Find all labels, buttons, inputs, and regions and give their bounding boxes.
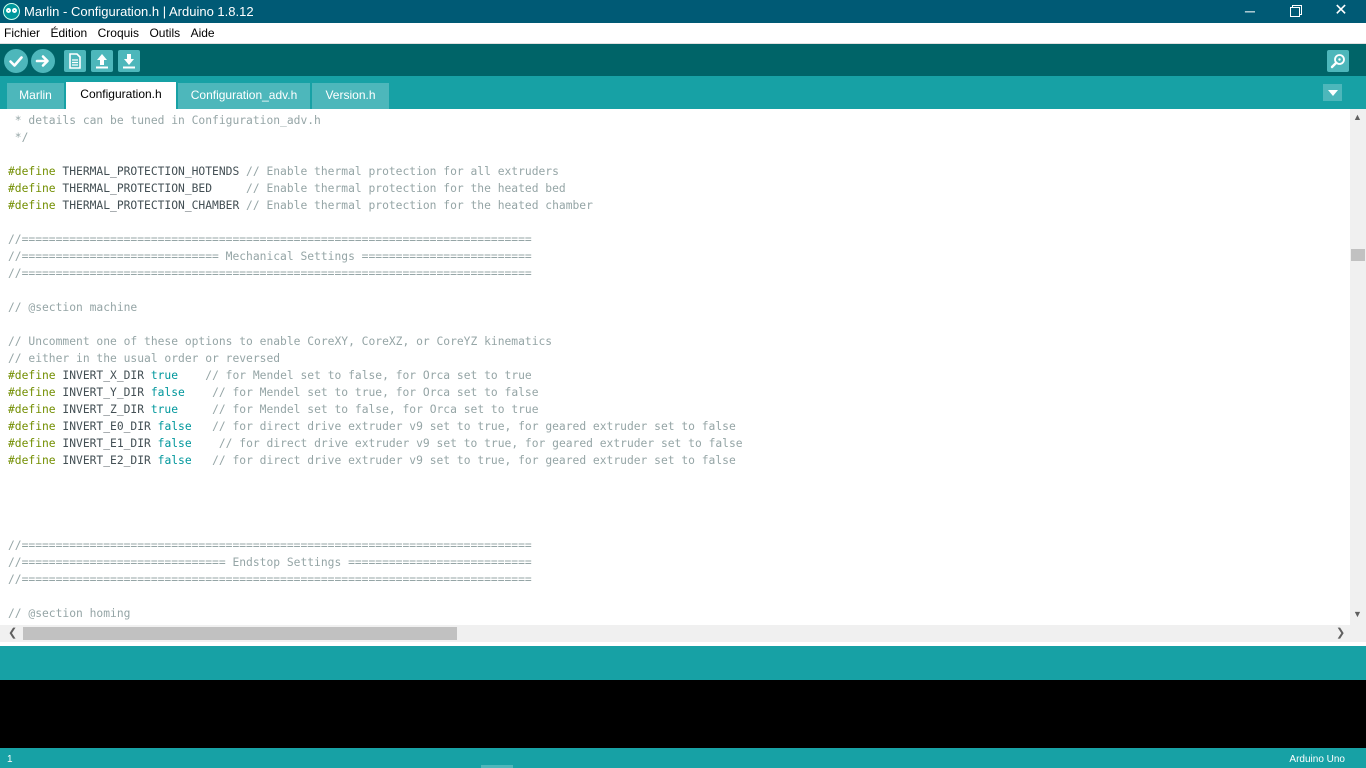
status-bar: 1 Arduino Uno	[0, 748, 1366, 768]
tab-version-h[interactable]: Version.h	[312, 83, 389, 109]
tab-bar: Marlin Configuration.h Configuration_adv…	[0, 76, 1366, 109]
code-line[interactable]: #define THERMAL_PROTECTION_CHAMBER // En…	[8, 199, 593, 212]
code-line[interactable]: #define INVERT_E1_DIR false // for direc…	[8, 437, 743, 450]
code-line[interactable]: //======================================…	[8, 539, 532, 552]
upload-button[interactable]	[31, 49, 55, 73]
check-icon	[9, 56, 23, 67]
tab-configuration-h[interactable]: Configuration.h	[66, 82, 176, 109]
code-text[interactable]: * details can be tuned in Configuration_…	[8, 112, 743, 622]
toolbar	[0, 44, 1366, 76]
code-line[interactable]: #define INVERT_X_DIR true // for Mendel …	[8, 369, 532, 382]
code-line[interactable]: // @section machine	[8, 301, 137, 314]
arduino-logo-icon	[3, 3, 20, 20]
code-line[interactable]: // @section homing	[8, 607, 130, 620]
maximize-button[interactable]	[1272, 0, 1318, 23]
code-line[interactable]: //======================================…	[8, 267, 532, 280]
horizontal-scroll-thumb[interactable]	[23, 627, 457, 640]
minimize-button[interactable]: ─	[1227, 0, 1273, 23]
tab-configuration-adv-h[interactable]: Configuration_adv.h	[178, 83, 310, 109]
arrow-up-icon	[96, 54, 108, 69]
serial-monitor-button[interactable]	[1327, 50, 1349, 72]
tab-marlin[interactable]: Marlin	[7, 83, 64, 109]
code-line[interactable]: */	[8, 131, 29, 144]
code-line[interactable]: #define THERMAL_PROTECTION_HOTENDS // En…	[8, 165, 559, 178]
open-button[interactable]	[91, 50, 113, 72]
tab-menu-button[interactable]	[1323, 84, 1342, 101]
code-line[interactable]: #define INVERT_Z_DIR true // for Mendel …	[8, 403, 539, 416]
code-line[interactable]: #define INVERT_Y_DIR false // for Mendel…	[8, 386, 539, 399]
menu-outils[interactable]: Outils	[149, 23, 180, 41]
code-line[interactable]: #define INVERT_E2_DIR false // for direc…	[8, 454, 736, 467]
save-button[interactable]	[118, 50, 140, 72]
scroll-up-icon[interactable]: ▲	[1353, 112, 1362, 122]
window-title: Marlin - Configuration.h | Arduino 1.8.1…	[24, 4, 254, 19]
verify-button[interactable]	[4, 49, 28, 73]
code-line[interactable]: //============================== Endstop…	[8, 556, 532, 569]
close-button[interactable]: ✕	[1318, 0, 1364, 23]
restore-icon	[1290, 7, 1300, 17]
code-line[interactable]: //============================= Mechanic…	[8, 250, 532, 263]
vertical-scrollbar[interactable]: ▲ ▼	[1350, 109, 1366, 625]
line-number: 1	[7, 754, 13, 765]
arrow-down-icon	[123, 54, 135, 69]
new-button[interactable]	[64, 50, 86, 72]
menu-fichier[interactable]: Fichier	[4, 23, 40, 41]
code-editor[interactable]: * details can be tuned in Configuration_…	[0, 109, 1350, 625]
scroll-right-icon[interactable]: ❯	[1336, 626, 1345, 639]
code-line[interactable]: // Uncomment one of these options to ena…	[8, 335, 552, 348]
menu-edition[interactable]: Édition	[50, 23, 87, 41]
menu-croquis[interactable]: Croquis	[98, 23, 139, 41]
vertical-scroll-thumb[interactable]	[1351, 249, 1365, 261]
arrow-right-icon	[35, 55, 49, 67]
code-line[interactable]: #define INVERT_E0_DIR false // for direc…	[8, 420, 736, 433]
scroll-left-icon[interactable]: ❮	[8, 626, 17, 639]
scroll-down-icon[interactable]: ▼	[1353, 609, 1362, 619]
code-line[interactable]: // either in the usual order or reversed	[8, 352, 280, 365]
code-line[interactable]: * details can be tuned in Configuration_…	[8, 114, 321, 127]
code-line[interactable]: //======================================…	[8, 233, 532, 246]
code-line[interactable]: #define THERMAL_PROTECTION_BED // Enable…	[8, 182, 566, 195]
console-output[interactable]	[0, 680, 1366, 748]
code-line[interactable]: //======================================…	[8, 573, 532, 586]
horizontal-scrollbar[interactable]: ❮ ❯	[0, 625, 1350, 642]
menu-aide[interactable]: Aide	[191, 23, 215, 41]
title-bar: Marlin - Configuration.h | Arduino 1.8.1…	[0, 0, 1366, 23]
scrollbar-corner	[1350, 625, 1366, 642]
magnifier-icon	[1330, 54, 1345, 69]
message-area	[0, 646, 1366, 680]
board-name: Arduino Uno	[1289, 754, 1345, 765]
new-file-icon	[69, 53, 81, 69]
menu-bar: Fichier Édition Croquis Outils Aide	[0, 23, 1366, 44]
